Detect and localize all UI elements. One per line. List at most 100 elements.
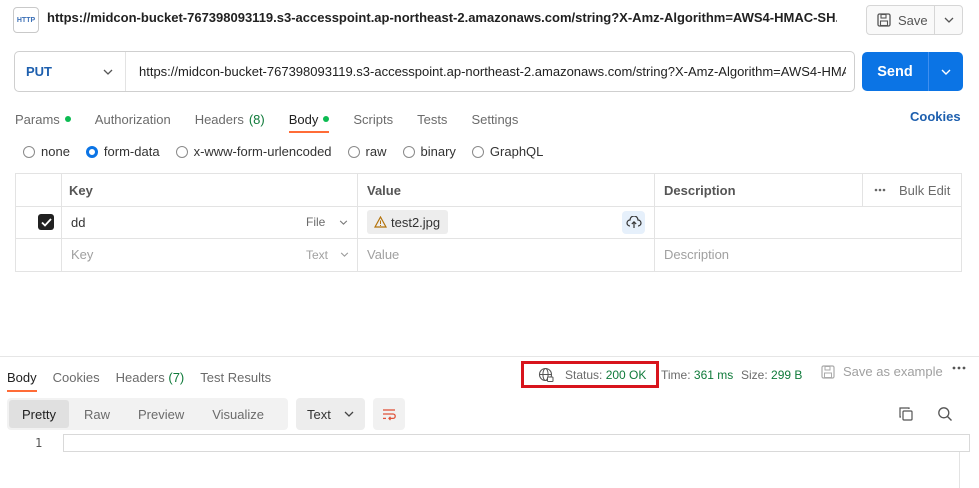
save-main-button[interactable]: Save xyxy=(867,6,935,34)
response-tab-cookies[interactable]: Cookies xyxy=(53,366,100,388)
tab-count: (7) xyxy=(168,369,185,385)
request-tabs: Params Authorization Headers (8) Body Scr… xyxy=(15,108,542,133)
status-text: Status: 200 OK xyxy=(565,368,646,382)
body-type-none[interactable]: none xyxy=(23,144,70,159)
response-time[interactable]: Time: 361 ms xyxy=(661,368,733,382)
send-options-button[interactable] xyxy=(929,69,963,75)
radio-label: binary xyxy=(420,144,456,159)
radio-label: x-www-form-urlencoded xyxy=(193,144,332,159)
divider xyxy=(357,174,358,271)
check-icon xyxy=(38,214,54,230)
view-pretty-button[interactable]: Pretty xyxy=(9,400,69,428)
chevron-down-icon xyxy=(944,17,954,23)
time-value: 361 ms xyxy=(693,368,734,382)
view-raw-button[interactable]: Raw xyxy=(71,400,123,428)
tab-count: (8) xyxy=(248,111,265,127)
value-file-chip[interactable]: test2.jpg xyxy=(367,206,449,238)
body-type-binary[interactable]: binary xyxy=(402,144,456,159)
globe-icon xyxy=(538,367,554,383)
response-tab-headers[interactable]: Headers (7) xyxy=(116,366,185,388)
http-request-icon: HTTP xyxy=(13,7,39,33)
chevron-down-icon xyxy=(103,69,113,75)
chevron-down-icon xyxy=(340,252,349,257)
view-preview-button[interactable]: Preview xyxy=(125,400,197,428)
floppy-icon xyxy=(877,13,891,27)
response-size[interactable]: Size: 299 B xyxy=(741,368,802,382)
save-example-label: Save as example xyxy=(843,364,943,379)
floppy-icon xyxy=(821,364,835,379)
chevron-down-icon xyxy=(344,411,354,417)
divider xyxy=(16,206,961,207)
search-icon xyxy=(937,406,953,422)
response-tabs: Body Cookies Headers (7) Test Results xyxy=(7,366,287,392)
divider xyxy=(61,174,62,271)
more-options-icon[interactable] xyxy=(952,366,966,370)
tab-body[interactable]: Body xyxy=(288,108,330,133)
copy-button[interactable] xyxy=(896,404,916,424)
divider xyxy=(16,238,961,239)
tab-label: Body xyxy=(288,111,319,127)
cloud-upload-icon xyxy=(622,210,645,234)
form-data-table: Key Value Description Bulk Edit dd File … xyxy=(15,173,962,272)
radio-icon xyxy=(175,145,188,158)
warning-icon xyxy=(374,216,387,228)
method-select[interactable]: PUT xyxy=(15,52,126,91)
search-button[interactable] xyxy=(935,404,955,424)
view-visualize-button[interactable]: Visualize xyxy=(199,400,277,428)
radio-label: raw xyxy=(365,144,387,159)
new-description-field[interactable]: Description xyxy=(664,238,729,271)
pane-divider[interactable] xyxy=(0,356,979,357)
save-as-example-button[interactable]: Save as example xyxy=(821,364,943,379)
body-type-options: none form-data x-www-form-urlencoded raw… xyxy=(23,144,559,159)
size-label: Size: xyxy=(741,368,768,382)
tab-label: Authorization xyxy=(94,111,171,127)
body-type-graphql[interactable]: GraphQL xyxy=(471,144,543,159)
new-value-field[interactable]: Value xyxy=(367,238,399,271)
file-name: test2.jpg xyxy=(391,214,441,230)
key-type-select[interactable]: File xyxy=(306,206,348,238)
url-input[interactable]: https://midcon-bucket-767398093119.s3-ac… xyxy=(126,64,846,79)
send-main-button[interactable]: Send xyxy=(862,52,929,91)
radio-icon xyxy=(23,145,35,158)
save-button[interactable]: Save xyxy=(866,5,963,35)
tab-label: Headers xyxy=(115,369,165,385)
description-column-header: Description xyxy=(664,182,736,198)
tab-params[interactable]: Params xyxy=(15,108,71,130)
response-tab-test-results[interactable]: Test Results xyxy=(200,366,271,388)
tab-headers[interactable]: Headers (8) xyxy=(195,108,265,130)
cookies-link[interactable]: Cookies xyxy=(910,109,961,124)
save-options-button[interactable] xyxy=(935,6,962,34)
new-key-type-select[interactable]: Text xyxy=(306,238,349,271)
status-label: Status: xyxy=(565,367,603,382)
tab-tests[interactable]: Tests xyxy=(417,108,447,130)
tab-scripts[interactable]: Scripts xyxy=(353,108,393,130)
row-checkbox[interactable] xyxy=(38,206,54,238)
body-type-form-data[interactable]: form-data xyxy=(85,144,160,159)
request-title[interactable]: https://midcon-bucket-767398093119.s3-ac… xyxy=(47,10,837,25)
request-bar: PUT https://midcon-bucket-767398093119.s… xyxy=(14,51,855,92)
bulk-edit-button[interactable]: Bulk Edit xyxy=(874,174,950,206)
body-type-urlencoded[interactable]: x-www-form-urlencoded xyxy=(175,144,332,159)
tab-authorization[interactable]: Authorization xyxy=(95,108,171,130)
format-label: Text xyxy=(307,406,331,422)
body-type-raw[interactable]: raw xyxy=(347,144,387,159)
tab-label: Headers xyxy=(194,111,244,127)
tab-label: Tests xyxy=(417,111,448,127)
response-tab-body[interactable]: Body xyxy=(7,366,37,392)
time-label: Time: xyxy=(661,368,691,382)
key-column-header: Key xyxy=(69,182,93,198)
radio-label: form-data xyxy=(103,144,160,159)
send-button[interactable]: Send xyxy=(862,52,963,91)
upload-file-button[interactable] xyxy=(622,206,645,238)
format-select[interactable]: Text xyxy=(296,398,365,430)
editor-scrollbar[interactable] xyxy=(959,452,967,488)
response-editor[interactable] xyxy=(63,434,970,452)
wrap-lines-button[interactable] xyxy=(373,398,405,430)
radio-icon xyxy=(402,145,415,158)
divider xyxy=(654,174,655,271)
new-key-field[interactable]: Key xyxy=(71,238,93,271)
status-highlight[interactable]: Status: 200 OK xyxy=(521,361,659,388)
key-field[interactable]: dd xyxy=(71,206,85,238)
save-label: Save xyxy=(898,12,928,28)
tab-settings[interactable]: Settings xyxy=(471,108,518,130)
